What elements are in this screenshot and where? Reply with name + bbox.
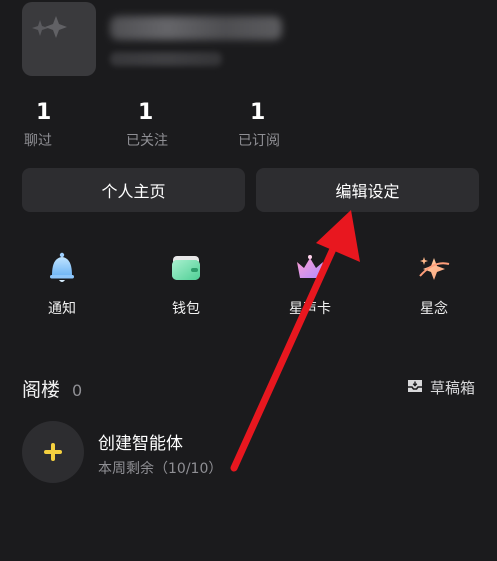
attic-section-header: 阁楼 0 — [22, 375, 82, 402]
create-agent-title[interactable]: 创建智能体 — [98, 429, 183, 454]
stat-subscribed-value: 1 — [250, 100, 266, 125]
bell-icon — [44, 250, 80, 286]
stat-chatted-label: 聊过 — [24, 133, 52, 149]
create-agent-button[interactable] — [22, 421, 84, 483]
stat-following-value: 1 — [138, 100, 154, 125]
quick-action-notifications-label: 通知 — [48, 301, 76, 317]
create-agent-quota: 本周剩余（10/10） — [98, 461, 223, 477]
quick-action-notifications[interactable]: 通知 — [22, 250, 102, 318]
wallet-icon — [168, 250, 204, 286]
sparkle-placeholder-icon — [32, 16, 67, 38]
quick-action-wallet-label: 钱包 — [172, 301, 200, 317]
username-redacted — [110, 16, 282, 40]
stat-chatted-value: 1 — [36, 100, 52, 125]
quick-action-star-card[interactable]: 星声卡 — [270, 250, 350, 318]
plus-icon — [44, 443, 62, 461]
quick-action-star-card-label: 星声卡 — [289, 301, 331, 317]
quick-action-wallet[interactable]: 钱包 — [146, 250, 226, 318]
stat-subscribed[interactable]: 1 已订阅 — [238, 100, 338, 150]
section-title: 阁楼 — [22, 379, 61, 401]
quick-action-star-wish-label: 星念 — [420, 301, 448, 317]
sparkle-star-icon — [416, 250, 452, 286]
homepage-button[interactable]: 个人主页 — [22, 168, 245, 212]
section-count: 0 — [72, 381, 83, 400]
drafts-button[interactable]: 草稿箱 — [406, 377, 475, 398]
stat-subscribed-label: 已订阅 — [238, 133, 280, 149]
quick-action-star-wish[interactable]: 星念 — [394, 250, 474, 318]
edit-settings-button[interactable]: 编辑设定 — [256, 168, 479, 212]
inbox-icon — [406, 378, 424, 398]
drafts-label: 草稿箱 — [430, 379, 476, 397]
user-id-redacted — [110, 52, 222, 66]
crown-card-icon — [292, 250, 328, 286]
stat-following[interactable]: 1 已关注 — [126, 100, 226, 150]
avatar[interactable] — [22, 2, 96, 76]
stat-following-label: 已关注 — [126, 133, 168, 149]
stat-chatted[interactable]: 1 聊过 — [24, 100, 124, 150]
